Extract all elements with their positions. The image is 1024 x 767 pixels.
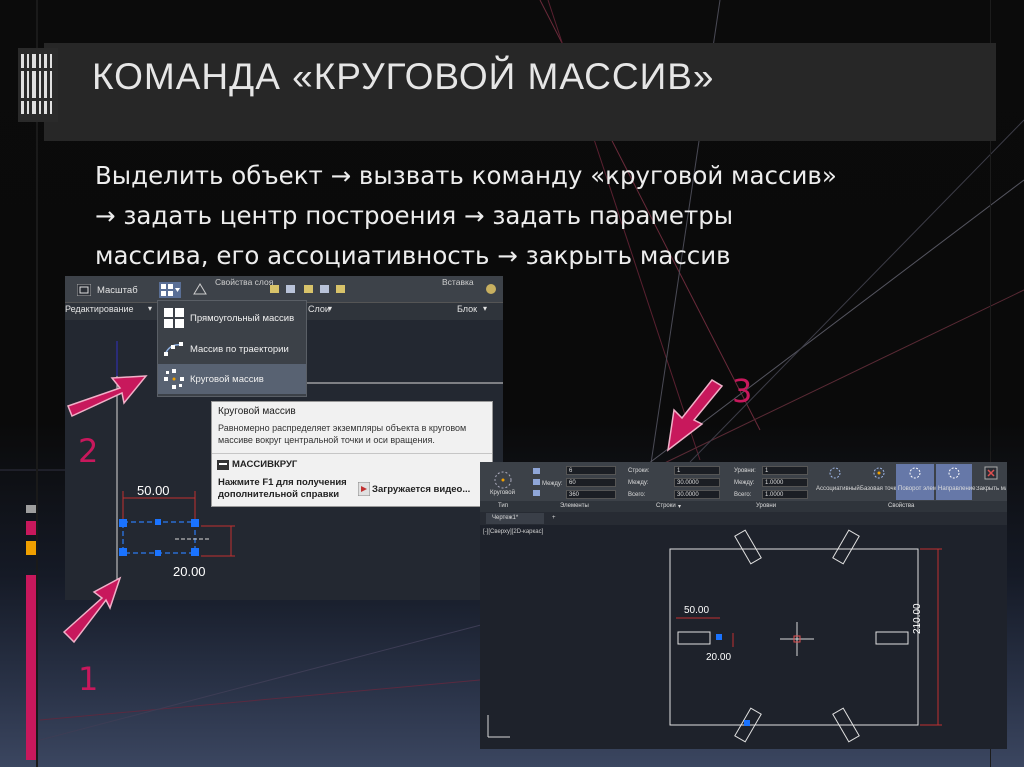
arrow-icon: [666, 379, 724, 452]
arrow-icon: [62, 576, 122, 644]
step-arrows: [62, 375, 724, 644]
step-number-3: 3: [732, 372, 753, 410]
step-number-2: 2: [78, 432, 99, 470]
step-number-1: 1: [78, 660, 99, 698]
arrow-icon: [67, 375, 148, 418]
